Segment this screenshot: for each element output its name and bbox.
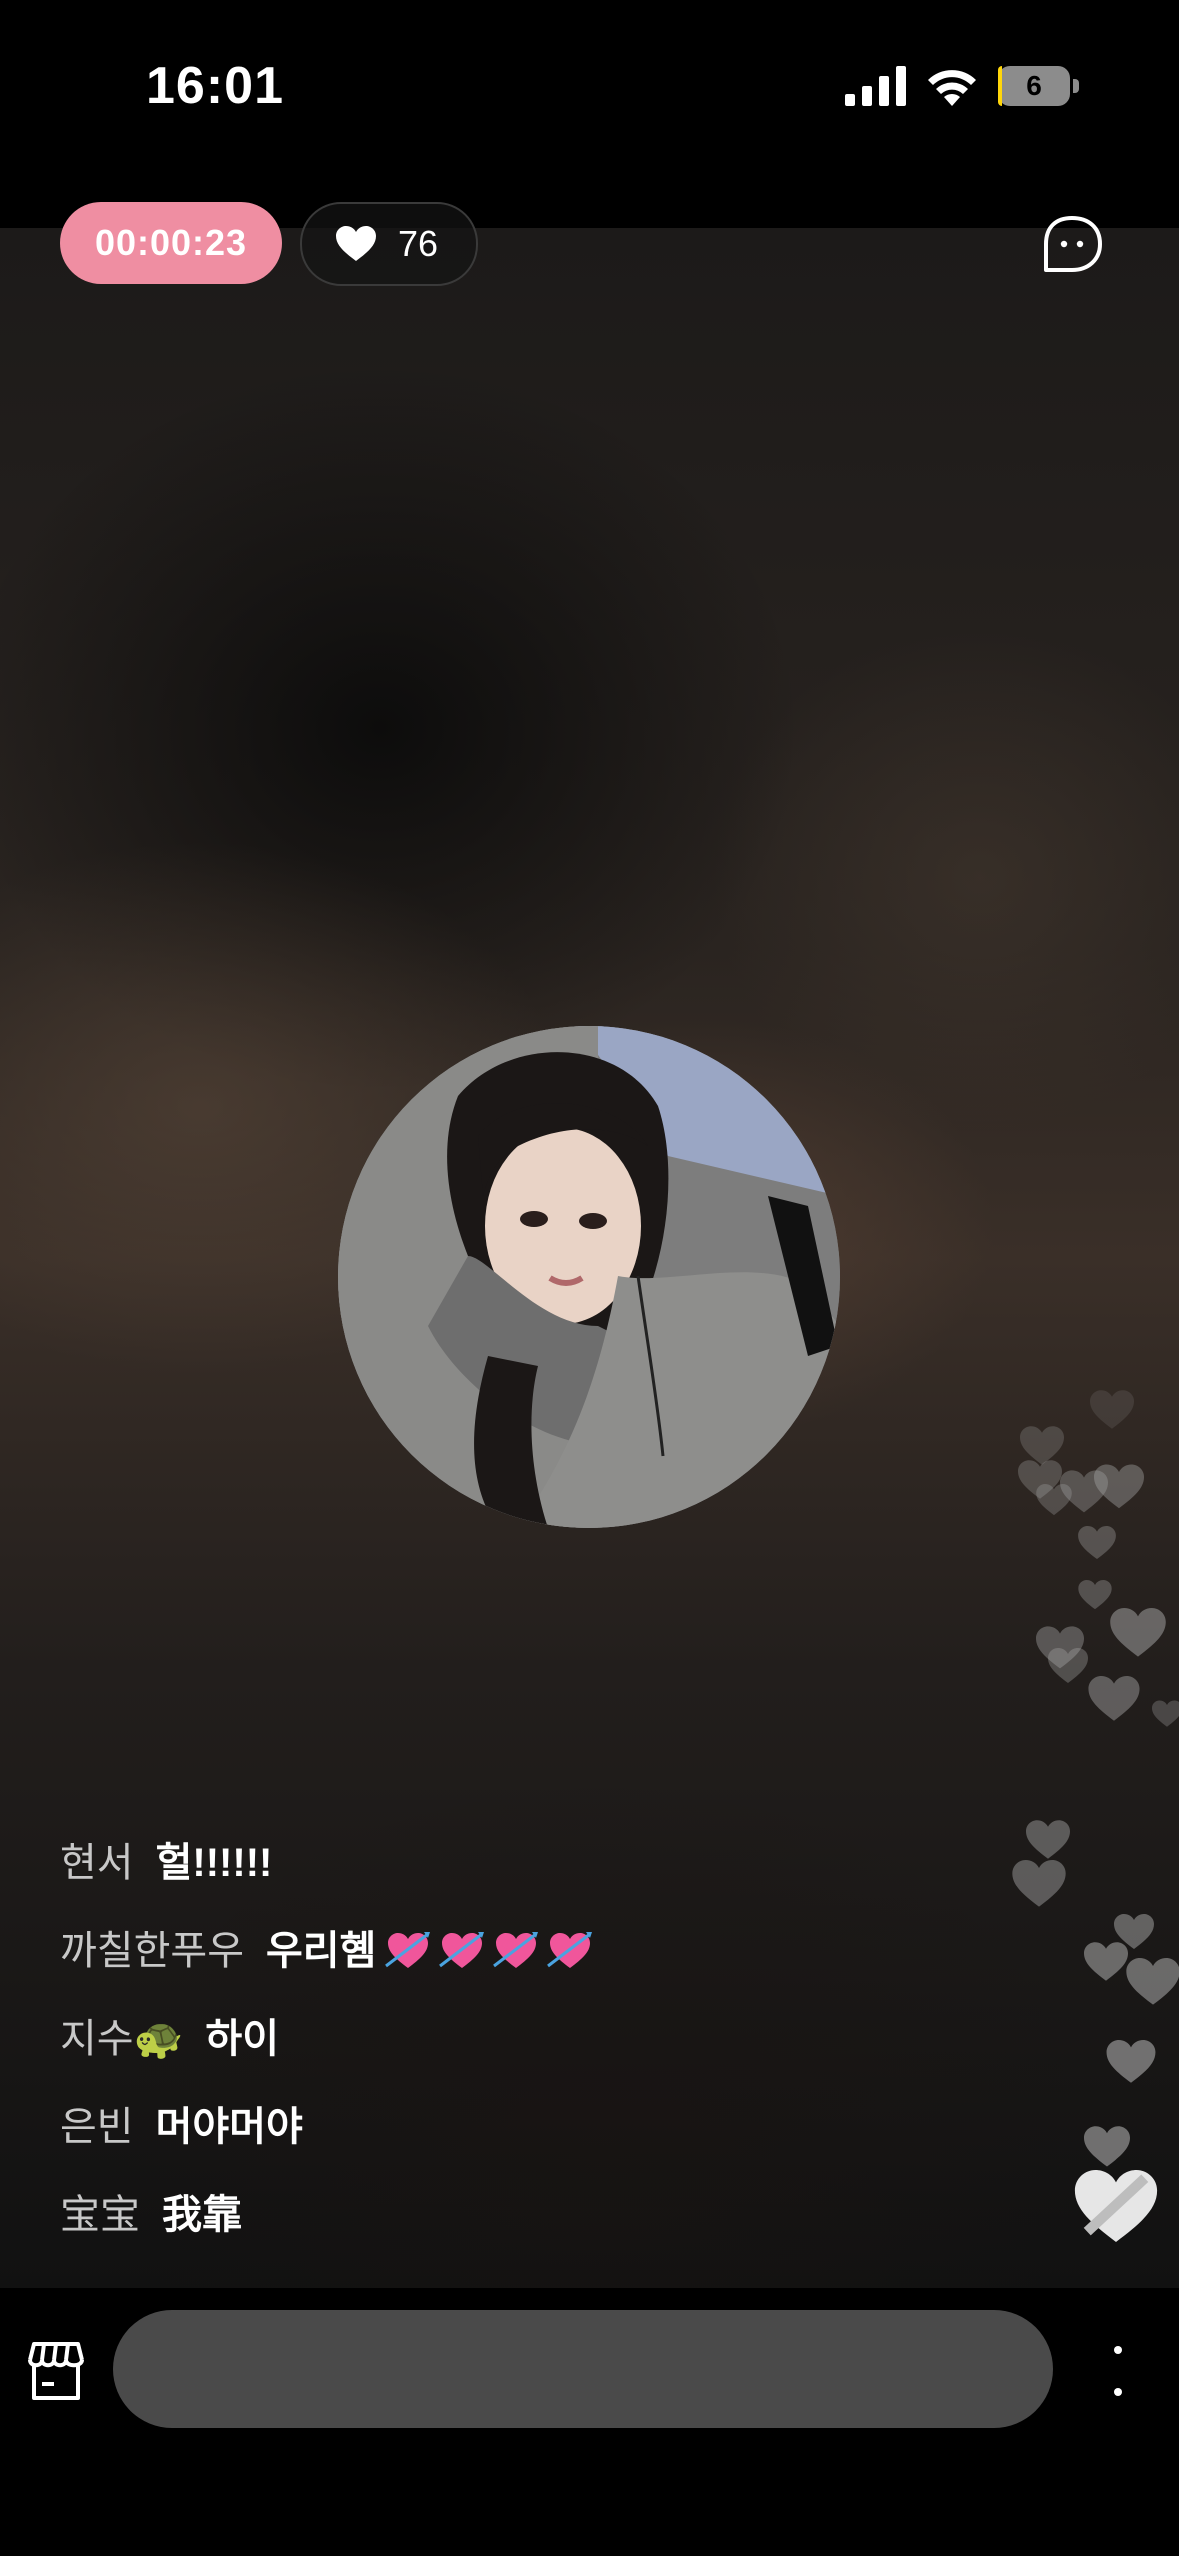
comment-username: 은빈: [60, 2105, 134, 2149]
floating-heart-icon: [1088, 1676, 1140, 1721]
floating-hearts: [990, 1370, 1179, 2270]
cellular-signal-icon: [845, 66, 906, 106]
comment-item: 지수🐢 하이: [60, 2006, 960, 2094]
floating-heart-icon: [1126, 1958, 1179, 2005]
heart-with-arrow-icon: [547, 1932, 593, 1968]
floating-heart-icon: [1078, 1526, 1116, 1560]
comment-message: 我靠: [162, 2193, 242, 2237]
floating-heart-icon: [1048, 1648, 1088, 1683]
floating-heart-icon: [1090, 1390, 1134, 1429]
comment-username: 지수🐢: [60, 2017, 184, 2061]
floating-heart-icon: [1106, 2040, 1156, 2083]
wifi-icon: [928, 70, 976, 106]
comment-message: 머야머야: [155, 2105, 303, 2149]
heart-with-arrow-icon: [439, 1932, 485, 1968]
battery-icon: 6: [998, 66, 1080, 108]
comment-message: 우리혬: [266, 1929, 377, 1973]
status-bar: 16:01 6: [0, 0, 1179, 180]
heart-icon: [336, 226, 376, 261]
status-time: 16:01: [146, 57, 284, 115]
comment-username: 宝宝: [60, 2193, 140, 2237]
shop-icon[interactable]: [24, 2340, 88, 2402]
floating-heart-icon: [1078, 1580, 1112, 1610]
live-timer: 00:00:23: [60, 202, 282, 284]
likes-counter: 76: [300, 202, 478, 286]
comment-username: 까칠한푸우: [60, 1929, 244, 1973]
floating-heart-icon: [1152, 1700, 1179, 1727]
like-button-heart-icon[interactable]: [1074, 2170, 1158, 2244]
floating-heart-icon: [1084, 1942, 1128, 1981]
floating-heart-icon: [1036, 1484, 1072, 1516]
heart-with-arrow-icon: [385, 1932, 431, 1968]
comment-message: 하이: [205, 2017, 280, 2061]
floating-heart-icon: [1110, 1608, 1166, 1657]
comment-item: 은빈 머야머야: [60, 2094, 960, 2182]
chat-comments: 현서 헐!!!!!! 까칠한푸우 우리혬 지수🐢 하이 은빈 머야머야 宝宝 我靠: [60, 1830, 960, 2270]
comment-item: 현서 헐!!!!!!: [60, 1830, 960, 1918]
more-vertical-icon[interactable]: [1100, 2344, 1136, 2400]
comment-message: 헐!!!!!!: [155, 1841, 273, 1885]
chat-bubble-icon[interactable]: [1040, 214, 1104, 278]
heart-with-arrow-icon: [493, 1932, 539, 1968]
comment-username: 현서: [60, 1841, 134, 1885]
comment-item: 까칠한푸우 우리혬: [60, 1918, 960, 2006]
floating-heart-icon: [1012, 1860, 1066, 1907]
chat-input[interactable]: [113, 2310, 1053, 2428]
comment-item: 宝宝 我靠: [60, 2182, 960, 2270]
host-profile-photo: [338, 1026, 840, 1528]
floating-heart-icon: [1084, 2126, 1130, 2167]
floating-heart-icon: [1026, 1820, 1070, 1859]
likes-count: 76: [398, 223, 439, 264]
floating-heart-icon: [1094, 1464, 1144, 1509]
battery-level: 6: [1026, 70, 1042, 101]
